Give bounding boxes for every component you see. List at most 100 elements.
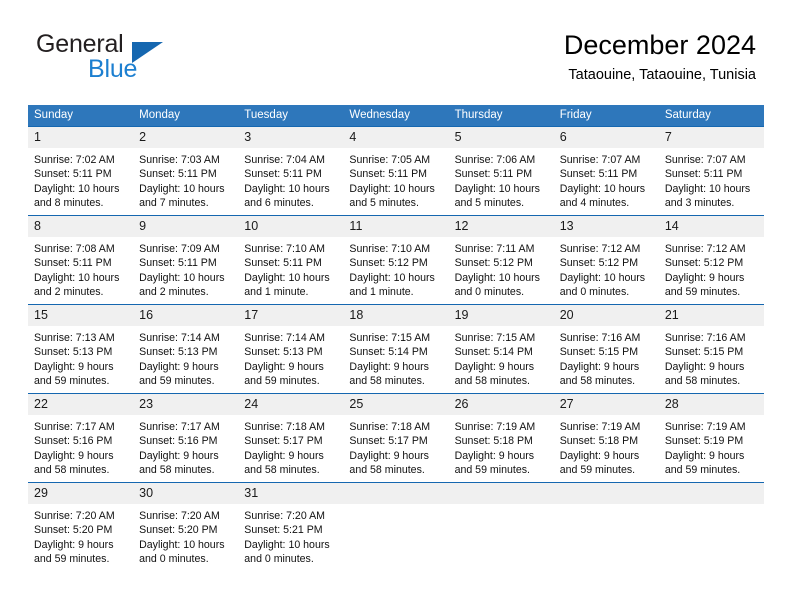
day-cell[interactable]: 11 Sunrise: 7:10 AM Sunset: 5:12 PM Dayl… <box>343 215 449 305</box>
sunrise-text: Sunrise: 7:11 AM <box>454 243 535 255</box>
sunrise-text: Sunrise: 7:04 AM <box>244 154 325 166</box>
day-details: Sunrise: 7:02 AM Sunset: 5:11 PM Dayligh… <box>28 148 133 211</box>
day-number <box>553 483 659 504</box>
day-details: Sunrise: 7:08 AM Sunset: 5:11 PM Dayligh… <box>28 237 133 300</box>
day-cell[interactable]: 8 Sunrise: 7:08 AM Sunset: 5:11 PM Dayli… <box>28 215 134 305</box>
daylight-text-line1: Daylight: 9 hours <box>559 360 640 373</box>
day-cell[interactable]: 19 Sunrise: 7:15 AM Sunset: 5:14 PM Dayl… <box>448 304 554 394</box>
daylight-text-line2: and 8 minutes. <box>34 197 104 210</box>
daylight-text-line2: and 0 minutes. <box>559 286 630 299</box>
day-cell[interactable]: 13 Sunrise: 7:12 AM Sunset: 5:12 PM Dayl… <box>553 215 659 305</box>
sunset-text: Sunset: 5:14 PM <box>349 346 428 359</box>
sunset-text: Sunset: 5:11 PM <box>664 168 743 181</box>
daylight-text-line2: and 4 minutes. <box>559 197 630 210</box>
weekday-header-saturday: Saturday <box>658 105 764 127</box>
day-number: 3 <box>238 127 344 148</box>
sunset-text: Sunset: 5:12 PM <box>454 257 533 270</box>
day-details: Sunrise: 7:13 AM Sunset: 5:13 PM Dayligh… <box>28 326 133 389</box>
sunrise-text: Sunrise: 7:19 AM <box>664 421 746 433</box>
day-number: 20 <box>553 305 659 326</box>
brand-name-general: General <box>36 30 124 58</box>
sunset-text: Sunset: 5:11 PM <box>244 168 322 181</box>
sunrise-text: Sunrise: 7:19 AM <box>454 421 536 433</box>
day-number: 13 <box>553 216 659 237</box>
day-details: Sunrise: 7:10 AM Sunset: 5:11 PM Dayligh… <box>238 237 343 300</box>
day-number: 14 <box>658 216 764 237</box>
day-number: 28 <box>658 394 764 415</box>
day-number: 6 <box>553 127 659 148</box>
sunrise-text: Sunrise: 7:13 AM <box>34 332 115 344</box>
day-details: Sunrise: 7:14 AM Sunset: 5:13 PM Dayligh… <box>133 326 238 389</box>
day-cell[interactable]: 25 Sunrise: 7:18 AM Sunset: 5:17 PM Dayl… <box>343 393 449 483</box>
sunset-text: Sunset: 5:11 PM <box>34 257 112 270</box>
day-cell[interactable]: 24 Sunrise: 7:18 AM Sunset: 5:17 PM Dayl… <box>238 393 344 483</box>
day-details: Sunrise: 7:12 AM Sunset: 5:12 PM Dayligh… <box>554 237 659 300</box>
sunrise-text: Sunrise: 7:20 AM <box>244 510 325 522</box>
day-cell[interactable]: 27 Sunrise: 7:19 AM Sunset: 5:18 PM Dayl… <box>553 393 659 483</box>
daylight-text-line1: Daylight: 10 hours <box>244 182 330 195</box>
daylight-text-line1: Daylight: 10 hours <box>34 271 120 284</box>
day-cell[interactable]: 5 Sunrise: 7:06 AM Sunset: 5:11 PM Dayli… <box>448 126 554 216</box>
day-cell[interactable]: 15 Sunrise: 7:13 AM Sunset: 5:13 PM Dayl… <box>28 304 134 394</box>
sunset-text: Sunset: 5:12 PM <box>349 257 428 270</box>
day-cell[interactable]: 29 Sunrise: 7:20 AM Sunset: 5:20 PM Dayl… <box>28 482 134 571</box>
daylight-text-line1: Daylight: 9 hours <box>454 360 535 373</box>
sunset-text: Sunset: 5:20 PM <box>139 524 218 537</box>
day-cell[interactable]: 6 Sunrise: 7:07 AM Sunset: 5:11 PM Dayli… <box>553 126 659 216</box>
day-cell[interactable]: 28 Sunrise: 7:19 AM Sunset: 5:19 PM Dayl… <box>658 393 764 483</box>
day-cell[interactable]: 30 Sunrise: 7:20 AM Sunset: 5:20 PM Dayl… <box>133 482 239 571</box>
day-cell[interactable]: 2 Sunrise: 7:03 AM Sunset: 5:11 PM Dayli… <box>133 126 239 216</box>
page-header: General Blue December 2024 Tataouine, Ta… <box>0 0 792 100</box>
day-number <box>448 483 554 504</box>
sunrise-text: Sunrise: 7:17 AM <box>34 421 115 433</box>
sunrise-text: Sunrise: 7:16 AM <box>664 332 746 344</box>
day-number <box>343 483 449 504</box>
day-cell[interactable]: 9 Sunrise: 7:09 AM Sunset: 5:11 PM Dayli… <box>133 215 239 305</box>
calendar-table: Sunday Monday Tuesday Wednesday Thursday… <box>28 105 764 571</box>
day-cell[interactable]: 26 Sunrise: 7:19 AM Sunset: 5:18 PM Dayl… <box>448 393 554 483</box>
daylight-text-line1: Daylight: 9 hours <box>139 449 219 462</box>
day-details: Sunrise: 7:20 AM Sunset: 5:21 PM Dayligh… <box>238 504 343 567</box>
sunset-text: Sunset: 5:13 PM <box>244 346 323 359</box>
day-cell[interactable]: 31 Sunrise: 7:20 AM Sunset: 5:21 PM Dayl… <box>238 482 344 571</box>
day-cell[interactable]: 18 Sunrise: 7:15 AM Sunset: 5:14 PM Dayl… <box>343 304 449 394</box>
day-number: 30 <box>133 483 239 504</box>
day-cell[interactable]: 4 Sunrise: 7:05 AM Sunset: 5:11 PM Dayli… <box>343 126 449 216</box>
daylight-text-line2: and 58 minutes. <box>664 375 741 388</box>
day-cell[interactable]: 16 Sunrise: 7:14 AM Sunset: 5:13 PM Dayl… <box>133 304 239 394</box>
sunset-text: Sunset: 5:11 PM <box>454 168 533 181</box>
sunrise-text: Sunrise: 7:14 AM <box>244 332 325 344</box>
day-cell[interactable]: 14 Sunrise: 7:12 AM Sunset: 5:12 PM Dayl… <box>658 215 764 305</box>
day-number: 7 <box>658 127 764 148</box>
sunset-text: Sunset: 5:18 PM <box>454 435 533 448</box>
day-cell[interactable]: 12 Sunrise: 7:11 AM Sunset: 5:12 PM Dayl… <box>448 215 554 305</box>
daylight-text-line2: and 1 minute. <box>349 286 414 299</box>
day-cell[interactable]: 20 Sunrise: 7:16 AM Sunset: 5:15 PM Dayl… <box>553 304 659 394</box>
daylight-text-line2: and 59 minutes. <box>34 553 110 566</box>
day-number: 24 <box>238 394 344 415</box>
sunset-text: Sunset: 5:12 PM <box>664 257 744 270</box>
week-row: 15 Sunrise: 7:13 AM Sunset: 5:13 PM Dayl… <box>28 304 764 394</box>
day-details: Sunrise: 7:19 AM Sunset: 5:18 PM Dayligh… <box>449 415 554 478</box>
sunrise-text: Sunrise: 7:12 AM <box>559 243 641 255</box>
day-number <box>658 483 764 504</box>
day-cell[interactable]: 17 Sunrise: 7:14 AM Sunset: 5:13 PM Dayl… <box>238 304 344 394</box>
daylight-text-line2: and 3 minutes. <box>664 197 735 210</box>
day-cell[interactable]: 7 Sunrise: 7:07 AM Sunset: 5:11 PM Dayli… <box>658 126 764 216</box>
day-cell[interactable]: 1 Sunrise: 7:02 AM Sunset: 5:11 PM Dayli… <box>28 126 134 216</box>
day-number: 17 <box>238 305 344 326</box>
day-cell[interactable]: 10 Sunrise: 7:10 AM Sunset: 5:11 PM Dayl… <box>238 215 344 305</box>
daylight-text-line1: Daylight: 10 hours <box>139 182 225 195</box>
daylight-text-line1: Daylight: 10 hours <box>454 271 540 284</box>
day-cell[interactable]: 22 Sunrise: 7:17 AM Sunset: 5:16 PM Dayl… <box>28 393 134 483</box>
day-details: Sunrise: 7:10 AM Sunset: 5:12 PM Dayligh… <box>343 237 448 300</box>
daylight-text-line1: Daylight: 9 hours <box>454 449 535 462</box>
day-cell[interactable]: 23 Sunrise: 7:17 AM Sunset: 5:16 PM Dayl… <box>133 393 239 483</box>
day-cell[interactable]: 21 Sunrise: 7:16 AM Sunset: 5:15 PM Dayl… <box>658 304 764 394</box>
brand-logo[interactable]: General Blue <box>36 31 236 87</box>
day-details: Sunrise: 7:19 AM Sunset: 5:18 PM Dayligh… <box>554 415 659 478</box>
day-number: 5 <box>448 127 554 148</box>
day-cell[interactable]: 3 Sunrise: 7:04 AM Sunset: 5:11 PM Dayli… <box>238 126 344 216</box>
day-number: 23 <box>133 394 239 415</box>
sunrise-text: Sunrise: 7:08 AM <box>34 243 115 255</box>
